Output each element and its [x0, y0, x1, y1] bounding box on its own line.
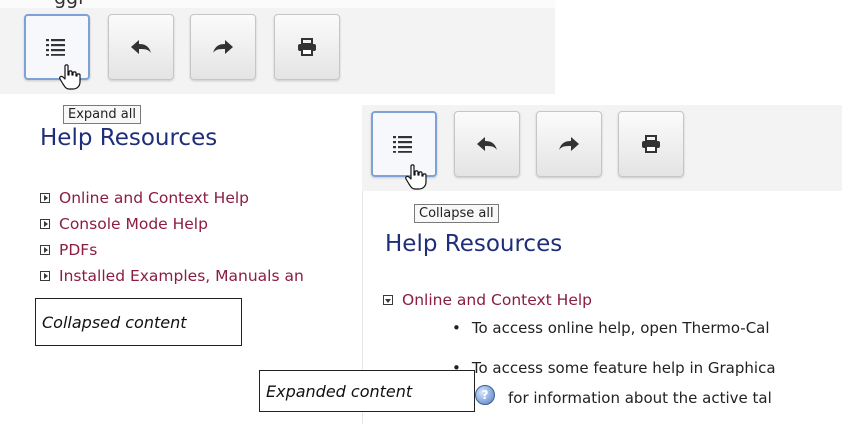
expanded-content-caption: Expanded content: [259, 370, 475, 412]
print-icon: [298, 38, 316, 56]
list-item-label: Online and Context Help: [402, 291, 592, 309]
expand-triangle-icon: [40, 271, 50, 281]
collapse-triangle-icon: [383, 295, 393, 305]
print-button[interactable]: [618, 111, 684, 177]
collapsed-content-caption: Collapsed content: [35, 298, 242, 346]
hand-cursor-icon: [59, 64, 81, 90]
bullet-item: To access online help, open Thermo-Cal: [452, 319, 770, 337]
print-button[interactable]: [274, 14, 340, 80]
help-info-icon[interactable]: ?: [475, 385, 495, 405]
forward-arrow-icon: [559, 137, 579, 151]
back-button[interactable]: [108, 14, 174, 80]
list-item-console-mode-help[interactable]: Console Mode Help: [40, 215, 208, 233]
expand-triangle-icon: [40, 219, 50, 229]
page-title: Help Resources: [40, 125, 218, 151]
list-item-label: PDFs: [59, 241, 98, 259]
list-item-online-context-help[interactable]: Online and Context Help: [40, 189, 249, 207]
list-icon: [46, 39, 65, 56]
hand-cursor-icon: [405, 164, 427, 190]
collapse-all-tooltip: Collapse all: [414, 204, 499, 223]
print-icon: [642, 135, 660, 153]
collapse-all-button[interactable]: [371, 111, 437, 177]
expand-triangle-icon: [40, 193, 50, 203]
toolbar: [0, 8, 555, 94]
list-item-pdfs[interactable]: PDFs: [40, 241, 97, 259]
list-item-label: Installed Examples, Manuals an: [59, 267, 304, 285]
info-text: for information about the active tal: [508, 389, 772, 407]
expanded-item-online-context-help[interactable]: Online and Context Help: [383, 291, 592, 309]
expand-all-tooltip: Expand all: [63, 105, 141, 124]
expand-triangle-icon: [40, 245, 50, 255]
page-title: Help Resources: [385, 231, 563, 257]
forward-button[interactable]: [536, 111, 602, 177]
forward-arrow-icon: [213, 40, 233, 54]
list-item-label: Console Mode Help: [59, 215, 208, 233]
back-arrow-icon: [477, 137, 497, 151]
list-icon: [393, 136, 412, 153]
back-arrow-icon: [131, 40, 151, 54]
toolbar: [362, 105, 842, 191]
list-item-installed-examples[interactable]: Installed Examples, Manuals an: [40, 267, 304, 285]
forward-button[interactable]: [190, 14, 256, 80]
bullet-item: To access some feature help in Graphica: [452, 359, 776, 377]
back-button[interactable]: [454, 111, 520, 177]
list-item-label: Online and Context Help: [59, 189, 249, 207]
partial-top-text-strip: ggl: [0, 0, 555, 9]
